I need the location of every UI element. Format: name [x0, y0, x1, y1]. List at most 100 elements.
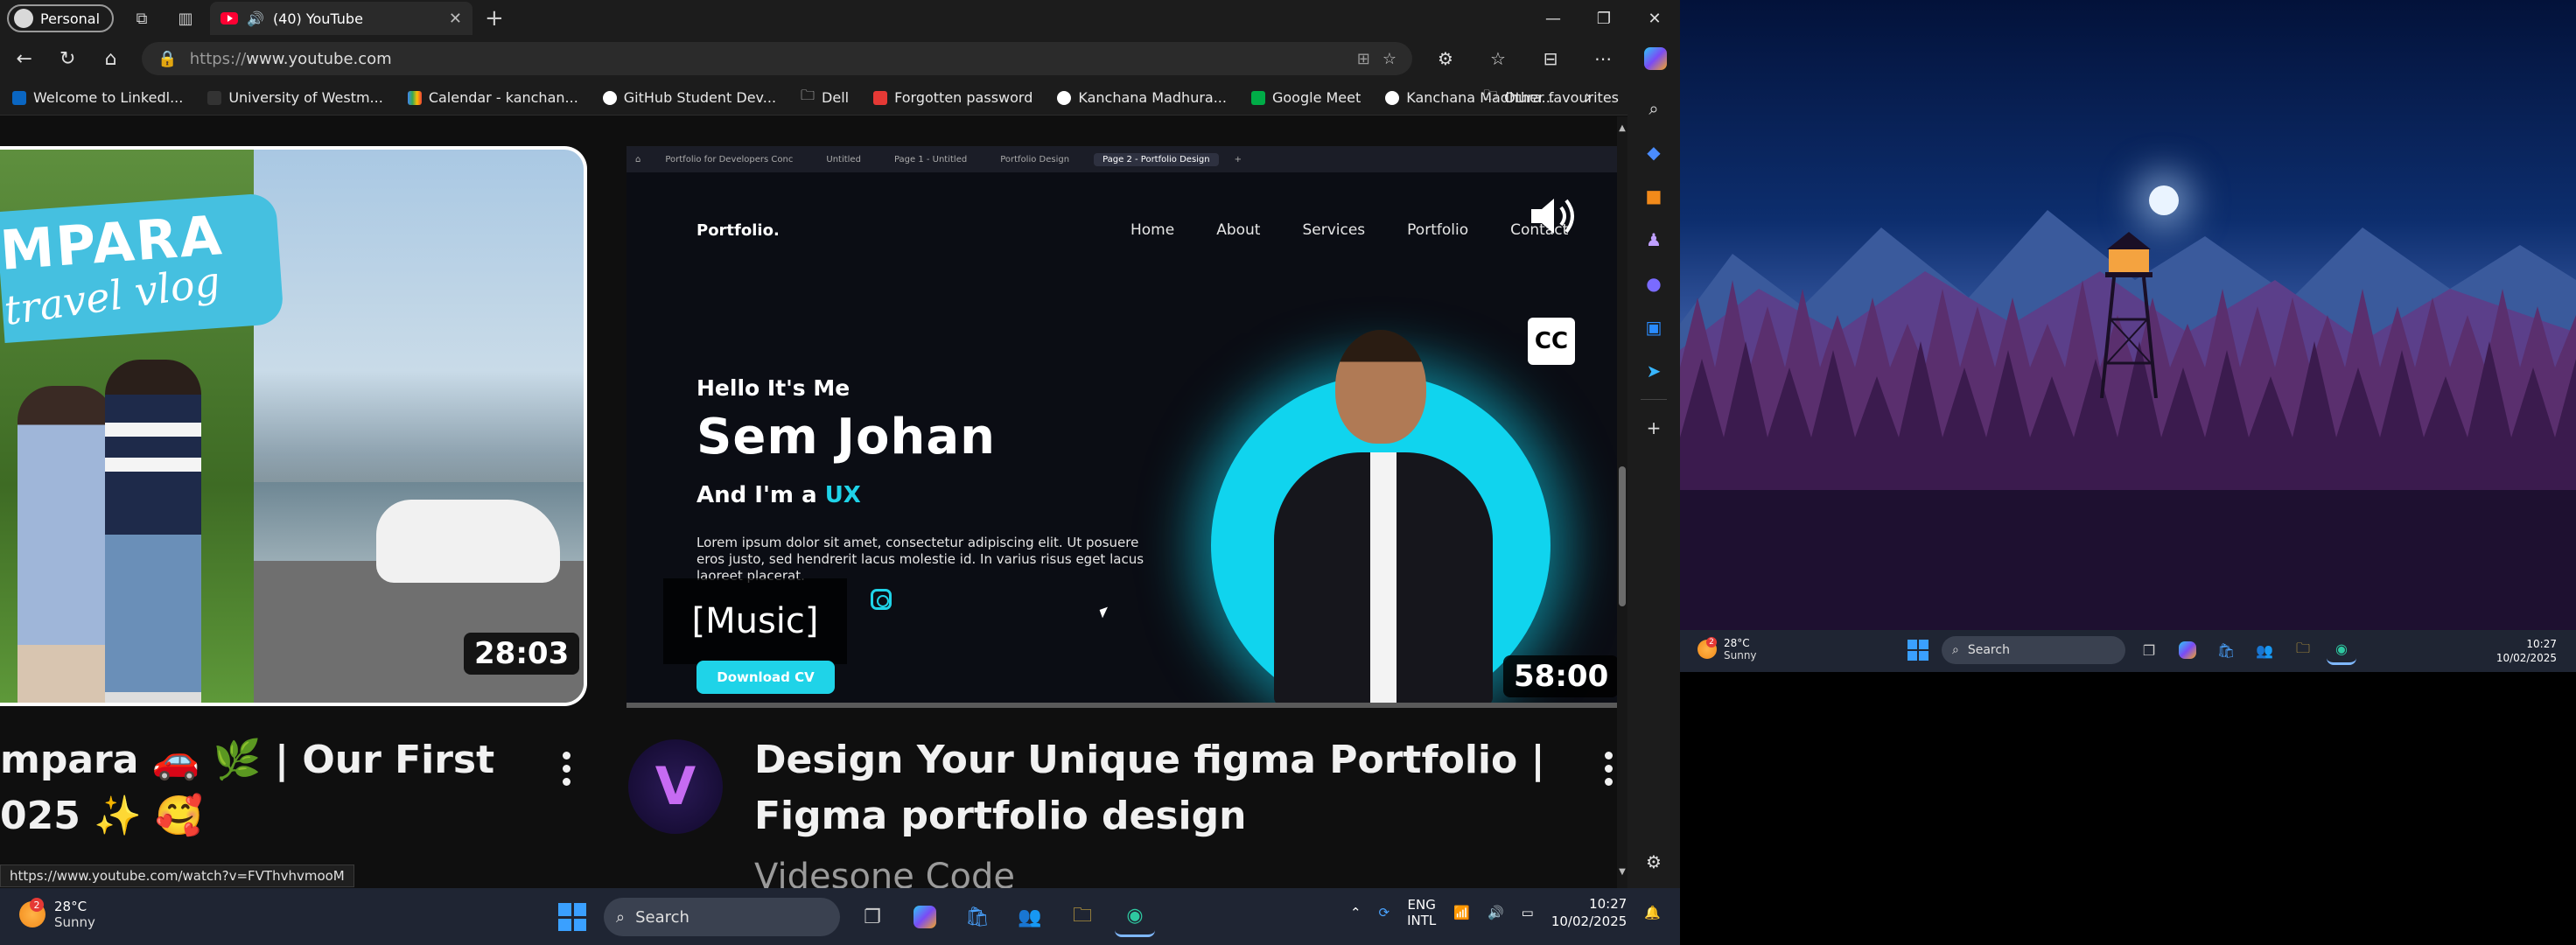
bookmark-item[interactable]: Welcome to Linkedl...	[0, 89, 195, 106]
bookmark-item[interactable]: Google Meet	[1239, 89, 1373, 106]
copilot-taskbar-icon[interactable]	[905, 897, 945, 937]
show-hidden-icons[interactable]: ⌃	[1350, 905, 1362, 920]
extensions-icon[interactable]: ⚙	[1421, 41, 1470, 76]
channel-avatar[interactable]: V	[628, 739, 723, 834]
channel-name[interactable]: Videsone Code	[754, 857, 1015, 888]
notification-bell-icon[interactable]: 🔔	[1644, 905, 1661, 920]
start-button[interactable]	[1903, 635, 1933, 665]
new-tab-icon[interactable]: +	[485, 5, 504, 32]
bookmark-item[interactable]: Kanchana Madhura...	[1045, 89, 1239, 106]
closed-captions-button[interactable]: CC	[1528, 318, 1575, 365]
volume-tray-icon[interactable]: 🔊	[1488, 905, 1504, 920]
address-input[interactable]: 🔒 https://www.youtube.com ⊞ ☆	[142, 42, 1412, 75]
bookmark-folder[interactable]: 🗀 Dell	[788, 86, 861, 109]
caption-overlay: [Music]	[663, 578, 847, 664]
task-view-icon[interactable]: ❐	[2134, 635, 2164, 665]
add-icon[interactable]: +	[1638, 412, 1670, 444]
search-icon[interactable]: ⌕	[1638, 93, 1670, 124]
page-scrollbar[interactable]: ▲ ▼	[1617, 116, 1628, 888]
favorites-icon[interactable]: ☆	[1474, 41, 1522, 76]
settings-gear-icon[interactable]: ⚙	[1638, 846, 1670, 878]
edge-taskbar-icon[interactable]: ◉	[2327, 635, 2356, 665]
edge-sidebar: ⌕ ◆ ■ ♟ ● ▣ ➤ + ⚙	[1628, 80, 1680, 888]
refresh-icon[interactable]: ↻	[48, 41, 86, 76]
send-icon[interactable]: ➤	[1638, 355, 1670, 387]
taskbar-search[interactable]: ⌕ Search	[1942, 636, 2125, 664]
edge-taskbar-icon[interactable]: ◉	[1115, 897, 1155, 937]
tools-icon[interactable]: ■	[1638, 180, 1670, 212]
empty-display-area	[1680, 672, 2576, 945]
video-title-2[interactable]: Design Your Unique figma Portfolio | Fig…	[754, 732, 1568, 844]
bookmark-item[interactable]: Forgotten password	[861, 89, 1045, 106]
video-title-1[interactable]: mpara 🚗 🌿 | Our First 025 ✨ 🥰	[0, 732, 494, 844]
task-view-icon[interactable]: ❐	[852, 897, 892, 937]
wordpress-icon	[1057, 90, 1072, 105]
portfolio-nav: Home About Services Portfolio Contact	[1130, 221, 1569, 239]
teams-icon[interactable]: 👥	[2250, 635, 2279, 665]
file-explorer-icon[interactable]: 🗀	[2288, 635, 2318, 665]
outlook-icon[interactable]: ▣	[1638, 312, 1670, 343]
store-icon[interactable]: 🛍	[2211, 635, 2241, 665]
clock[interactable]: 10:27 10/02/2025	[2496, 637, 2557, 665]
vertical-tabs-icon[interactable]: ▥	[170, 4, 201, 32]
collections-icon[interactable]: ⊟	[1526, 41, 1575, 76]
tab-close-icon[interactable]: ✕	[449, 10, 462, 28]
more-actions-icon[interactable]	[1603, 752, 1614, 786]
copilot-taskbar-icon[interactable]	[2173, 635, 2202, 665]
weather-widget[interactable]: 2 28°C Sunny	[1698, 637, 1757, 662]
preview-progress-bar[interactable]	[626, 703, 1628, 708]
copilot-app-icon[interactable]: ●	[1638, 268, 1670, 299]
window-close-icon[interactable]: ✕	[1629, 0, 1680, 37]
bookmark-icon	[407, 90, 422, 105]
home-icon[interactable]: ⌂	[92, 41, 130, 76]
bookmark-item[interactable]: University of Westm...	[195, 89, 395, 106]
profile-button[interactable]: Personal	[7, 4, 115, 32]
scroll-down-icon[interactable]: ▼	[1617, 867, 1628, 877]
bookmark-item[interactable]: Calendar - kanchan...	[396, 89, 591, 106]
other-favourites[interactable]: 🗀 Other favourites	[1483, 86, 1619, 109]
workspaces-icon[interactable]: ⧉	[126, 4, 158, 32]
weather-widget[interactable]: 2 28°C Sunny	[19, 898, 95, 930]
tab-title: (40) YouTube	[272, 10, 363, 27]
restore-icon[interactable]: ❐	[1578, 0, 1629, 37]
bookmark-item[interactable]: GitHub Student Dev...	[591, 89, 788, 106]
weather-sun-icon: 2	[1698, 637, 1717, 659]
profile-avatar	[14, 9, 33, 28]
url-scheme: https://	[189, 49, 247, 68]
taskbar-search[interactable]: ⌕ Search	[604, 898, 840, 936]
sync-icon[interactable]: ⟳	[1379, 905, 1390, 920]
battery-icon[interactable]: ▭	[1522, 905, 1534, 920]
github-icon	[602, 90, 617, 105]
games-icon[interactable]: ♟	[1638, 224, 1670, 256]
tab-youtube[interactable]: 🔊 (40) YouTube ✕	[210, 2, 473, 35]
folder-icon: 🗀	[801, 87, 816, 103]
shopping-tag-icon[interactable]: ◆	[1638, 136, 1670, 168]
volume-icon[interactable]	[1526, 192, 1578, 241]
minimize-icon[interactable]: —	[1528, 0, 1578, 37]
taskbar: 2 28°C Sunny ⌕ Search ❐ 🛍 👥 🗀 ◉ ⌃ ⟳ ENG IN…	[0, 888, 1680, 945]
lock-icon[interactable]: 🔒	[158, 50, 177, 68]
file-explorer-icon[interactable]: 🗀	[1062, 897, 1102, 937]
start-button[interactable]	[553, 898, 592, 936]
language-indicator[interactable]: ENG INTL	[1407, 897, 1436, 928]
video-preview-2[interactable]: ⌂ Portfolio for Developers Conc Untitled…	[626, 146, 1628, 706]
video-thumbnail-1[interactable]: MPARA travel vlog 28:03	[0, 146, 587, 706]
more-actions-icon[interactable]	[561, 752, 571, 786]
desktop-wallpaper	[1680, 0, 2576, 630]
favorite-star-icon[interactable]: ☆	[1382, 50, 1396, 68]
tab-audio-icon[interactable]: 🔊	[247, 10, 264, 27]
wifi-icon[interactable]: 📶	[1453, 905, 1470, 920]
clock[interactable]: 10:27 10/02/2025	[1551, 895, 1627, 930]
google-meet-icon	[1250, 90, 1265, 105]
copilot-icon[interactable]	[1631, 41, 1680, 76]
more-menu-icon[interactable]: ⋯	[1578, 41, 1628, 76]
teams-icon[interactable]: 👥	[1010, 897, 1050, 937]
url-host: www.youtube.com	[246, 49, 392, 68]
store-icon[interactable]: 🛍	[957, 897, 998, 937]
car-image	[376, 500, 560, 583]
bookmark-icon	[207, 90, 222, 105]
back-icon[interactable]: ←	[5, 41, 43, 76]
app-available-icon[interactable]: ⊞	[1357, 50, 1370, 68]
scrollbar-thumb[interactable]	[1619, 466, 1626, 606]
scroll-up-icon[interactable]: ▲	[1617, 123, 1628, 133]
